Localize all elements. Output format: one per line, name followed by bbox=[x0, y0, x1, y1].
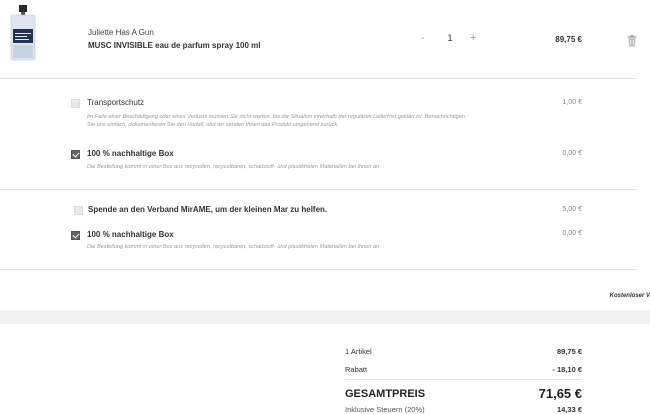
option-title: 100 % nachhaltige Box bbox=[87, 230, 174, 239]
product-brand[interactable]: Juliette Has A Gun bbox=[88, 28, 154, 37]
option-description: Die Bestellung kommt in einer Box aus re… bbox=[87, 244, 381, 250]
divider bbox=[0, 269, 636, 270]
tax-label: Inklusive Steuern (20%) bbox=[345, 405, 425, 414]
product-name[interactable]: MUSC INVISIBLE eau de parfum spray 100 m… bbox=[88, 41, 261, 50]
option-title: Spende an den Verband MirAME, um der kle… bbox=[88, 205, 328, 214]
option-title: Transportschutz bbox=[87, 98, 145, 107]
trash-icon[interactable] bbox=[627, 34, 637, 47]
option-price: 5,00 € bbox=[562, 206, 582, 213]
sustainable-box-checkbox[interactable] bbox=[71, 231, 80, 240]
divider bbox=[0, 78, 636, 79]
total-value: 71,65 € bbox=[538, 386, 582, 401]
free-shipping-note: Kostenloser V bbox=[609, 293, 650, 299]
perfume-bottle-icon bbox=[8, 4, 38, 64]
option-price: 0,00 € bbox=[562, 150, 582, 157]
sustainable-box-checkbox[interactable] bbox=[71, 150, 80, 159]
divider bbox=[0, 189, 636, 190]
discount-value: - 18,10 € bbox=[552, 365, 582, 374]
items-subtotal: 89,75 € bbox=[556, 347, 582, 356]
option-description: Die Bestellung kommt in einer Box aus re… bbox=[87, 164, 381, 170]
quantity-increase-button[interactable]: + bbox=[470, 32, 476, 44]
discount-label: Rabatt bbox=[345, 365, 368, 374]
transport-protection-checkbox[interactable] bbox=[71, 99, 80, 108]
option-title: 100 % nachhaltige Box bbox=[87, 149, 174, 158]
items-count-label: 1 Artikel bbox=[345, 347, 372, 356]
tax-value: 14,33 € bbox=[556, 405, 582, 414]
option-price: 1,00 € bbox=[562, 99, 582, 106]
quantity-decrease-button[interactable]: - bbox=[421, 33, 424, 44]
option-description: Im Falle einer Beschädigung oder eines V… bbox=[87, 114, 465, 128]
summary-divider bbox=[345, 379, 582, 380]
product-price: 89,75 € bbox=[555, 35, 582, 44]
total-label: GESAMTPREIS bbox=[345, 388, 426, 400]
donation-checkbox[interactable] bbox=[74, 206, 83, 215]
section-separator bbox=[0, 310, 650, 324]
quantity-value[interactable]: 1 bbox=[445, 33, 455, 43]
option-price: 0,00 € bbox=[562, 230, 582, 237]
